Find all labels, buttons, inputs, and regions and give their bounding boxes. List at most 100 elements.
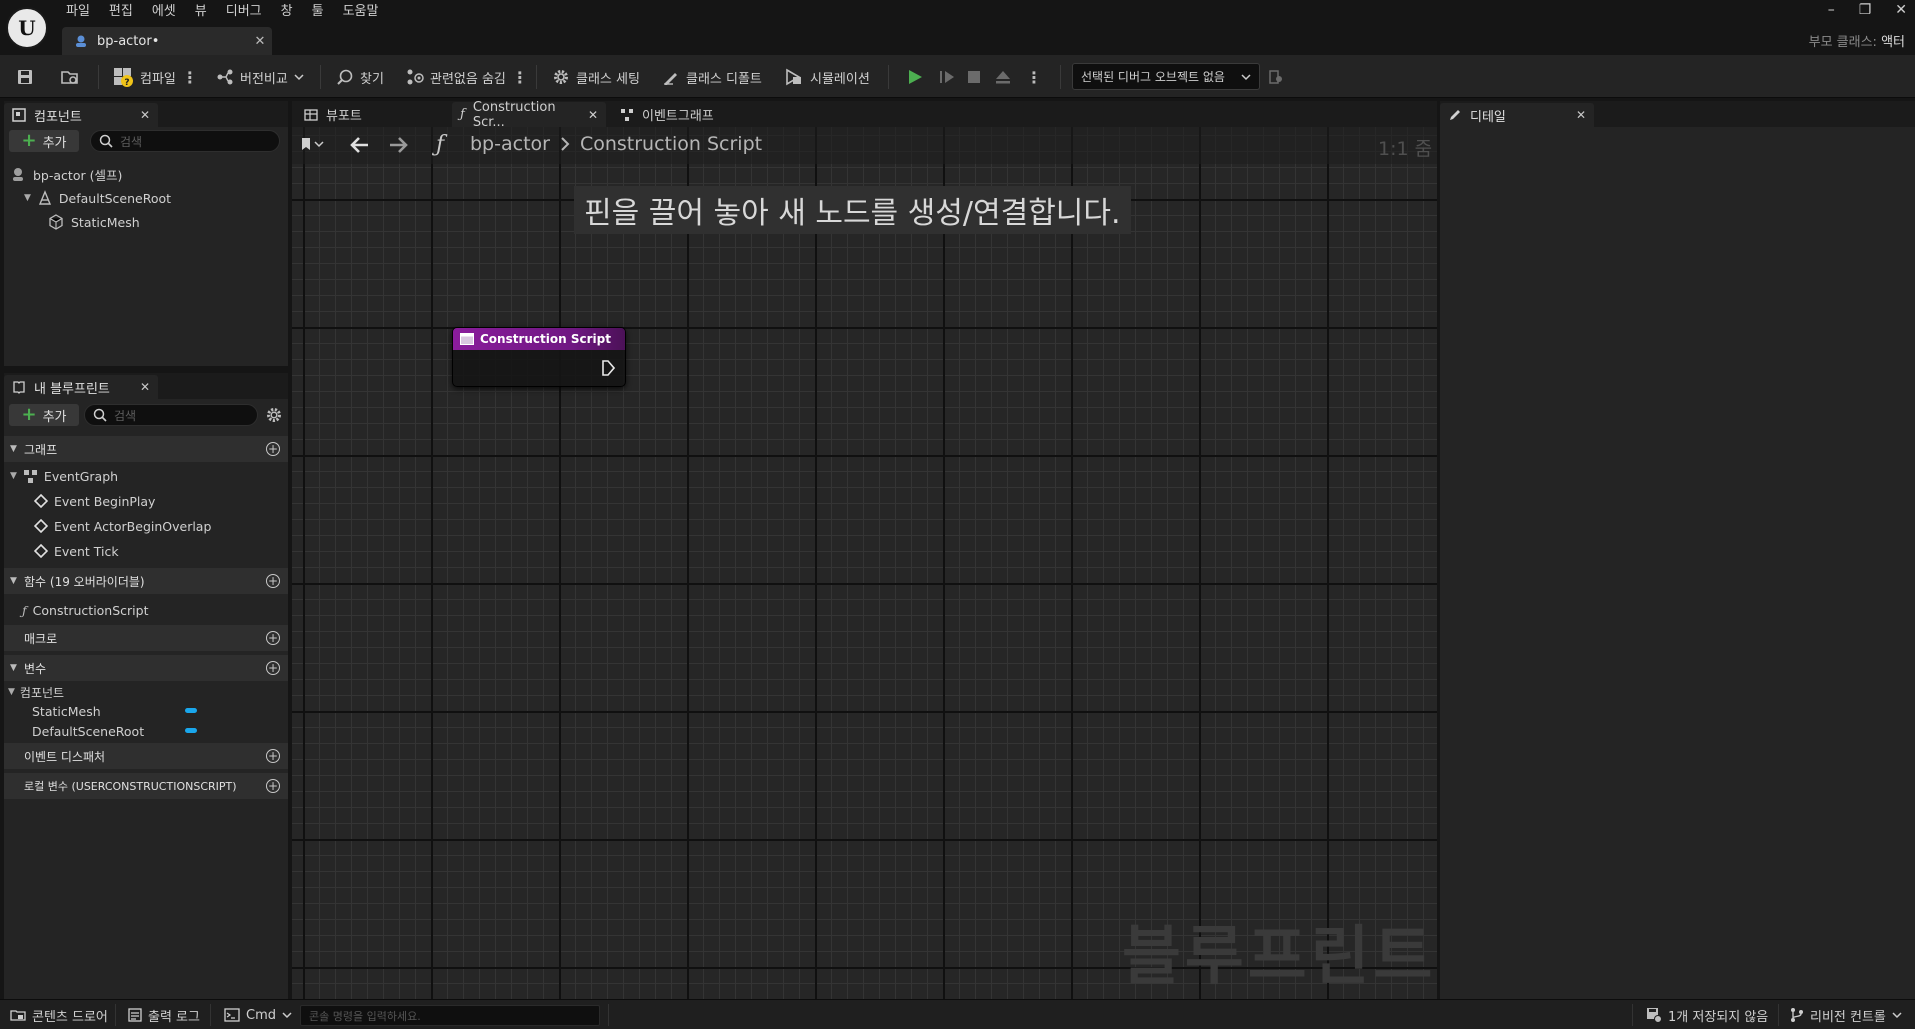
back-arrow-icon[interactable] xyxy=(350,136,370,154)
close-icon[interactable]: ✕ xyxy=(248,34,272,49)
section-graphs[interactable]: ▼ 그래프 + xyxy=(4,436,288,462)
tab-viewport[interactable]: 뷰포트 xyxy=(296,102,370,127)
close-window-icon[interactable]: ✕ xyxy=(1895,2,1907,18)
stop-button[interactable] xyxy=(966,64,982,90)
add-circle-icon[interactable]: + xyxy=(266,779,280,793)
component-default-scene-root[interactable]: ▼ DefaultSceneRoot xyxy=(24,187,171,209)
add-circle-icon[interactable]: + xyxy=(266,574,280,588)
my-blueprint-tab[interactable]: 내 블루프린트 ✕ xyxy=(4,375,158,399)
unsaved-button[interactable]: 1개 저장되지 않음 xyxy=(1646,1000,1768,1029)
close-icon[interactable]: ✕ xyxy=(140,108,150,122)
gear-icon[interactable] xyxy=(265,406,283,424)
components-tab[interactable]: 컴포넌트 ✕ xyxy=(4,103,158,127)
section-variables[interactable]: ▼ 변수 + xyxy=(4,655,288,681)
variable-item[interactable]: DefaultSceneRoot xyxy=(32,720,144,742)
function-icon: ƒ xyxy=(436,132,445,157)
class-settings-button[interactable]: 클래스 세팅 xyxy=(552,64,640,90)
advance-frame-button[interactable] xyxy=(938,64,956,90)
class-defaults-button[interactable]: 클래스 디폴트 xyxy=(662,64,762,90)
event-diamond-icon xyxy=(34,519,48,533)
graph-header xyxy=(292,127,1437,164)
menu-view[interactable]: 뷰 xyxy=(195,2,218,22)
play-button[interactable] xyxy=(906,64,924,90)
components-search-input[interactable]: 검색 xyxy=(90,130,280,152)
menu-tools[interactable]: 툴 xyxy=(312,2,335,22)
function-item[interactable]: ƒ ConstructionScript xyxy=(22,599,149,621)
add-circle-icon[interactable]: + xyxy=(266,442,280,456)
close-icon[interactable]: ✕ xyxy=(140,380,150,394)
my-blueprint-search-input[interactable]: 검색 xyxy=(84,404,258,426)
window-controls: – ❐ ✕ xyxy=(1828,2,1907,18)
add-component-button[interactable]: + 추가 xyxy=(9,130,79,152)
menu-asset[interactable]: 에셋 xyxy=(152,2,187,22)
debug-object-select[interactable]: 선택된 디버그 오브젝트 없음 xyxy=(1072,63,1260,90)
bookmark-button[interactable] xyxy=(300,137,324,151)
menu-debug[interactable]: 디버그 xyxy=(226,2,273,22)
simulation-button[interactable]: 시뮬레이션 xyxy=(784,64,870,90)
console-input[interactable]: 콘솔 명령을 입력하세요. xyxy=(300,1005,600,1026)
close-icon[interactable]: ✕ xyxy=(1576,108,1586,122)
section-local-variables[interactable]: 로컬 변수 (USERCONSTRUCTIONSCRIPT) + xyxy=(4,773,288,799)
construction-script-node[interactable]: Construction Script xyxy=(452,327,626,387)
debug-filter-button[interactable] xyxy=(1268,64,1284,90)
find-button[interactable]: 찾기 xyxy=(336,64,384,90)
close-icon[interactable]: ✕ xyxy=(588,108,598,122)
details-tab[interactable]: 디테일 ✕ xyxy=(1440,103,1594,127)
save-button[interactable] xyxy=(16,64,34,90)
cmd-select[interactable]: Cmd xyxy=(224,1000,292,1029)
event-item[interactable]: Event ActorBeginOverlap xyxy=(34,515,211,537)
diff-label: 버전비교 xyxy=(240,71,288,87)
diff-button[interactable]: 버전비교 xyxy=(216,64,304,90)
tab-event-graph[interactable]: 이벤트그래프 xyxy=(612,102,722,127)
add-circle-icon[interactable]: + xyxy=(266,631,280,645)
graph-tab-bar: 뷰포트 ƒ Construction Scr... ✕ 이벤트그래프 xyxy=(292,100,1437,130)
components-title: 컴포넌트 xyxy=(34,109,82,125)
debug-object-value: 선택된 디버그 오브젝트 없음 xyxy=(1081,70,1225,84)
event-item[interactable]: Event BeginPlay xyxy=(34,490,155,512)
gear-icon xyxy=(554,70,568,84)
menu-window[interactable]: 창 xyxy=(281,2,304,22)
menu-help[interactable]: 도움말 xyxy=(343,2,390,22)
section-event-dispatchers[interactable]: 이벤트 디스패처 + xyxy=(4,743,288,769)
add-circle-icon[interactable]: + xyxy=(266,749,280,763)
graph-hint: 핀을 끌어 놓아 새 노드를 생성/연결합니다. xyxy=(574,186,1131,234)
menu-file[interactable]: 파일 xyxy=(66,2,101,22)
hide-unrelated-button[interactable]: 관련없음 숨김 ⋮ xyxy=(406,64,528,90)
compile-options-icon[interactable]: ⋮ xyxy=(182,68,198,87)
hide-unrelated-options-icon[interactable]: ⋮ xyxy=(512,68,528,87)
unreal-logo-icon[interactable]: U xyxy=(6,7,48,49)
blueprint-asset-icon xyxy=(76,35,86,47)
play-options-button[interactable]: ⋮ xyxy=(1026,64,1042,90)
advance-frame-icon xyxy=(940,71,954,83)
browse-button[interactable] xyxy=(60,64,80,90)
variable-item[interactable]: StaticMesh xyxy=(32,700,101,722)
section-macros[interactable]: 매크로 + xyxy=(4,625,288,651)
event-graph-item[interactable]: ▼ EventGraph xyxy=(10,465,118,487)
event-item[interactable]: Event Tick xyxy=(34,540,119,562)
function-icon: ƒ xyxy=(22,602,27,618)
breadcrumb-root[interactable]: bp-actor xyxy=(470,133,550,155)
document-tab[interactable]: bp-actor• ✕ xyxy=(62,27,272,55)
compile-icon: ? xyxy=(114,68,133,88)
minimize-icon[interactable]: – xyxy=(1828,2,1835,18)
terminal-icon xyxy=(224,1008,240,1022)
section-functions[interactable]: ▼ 함수 (19 오버라이더블) + xyxy=(4,568,288,594)
console-placeholder: 콘솔 명령을 입력하세요. xyxy=(309,1009,421,1023)
add-circle-icon[interactable]: + xyxy=(266,661,280,675)
graph-canvas[interactable] xyxy=(292,127,1437,999)
eject-button[interactable] xyxy=(994,64,1012,90)
parent-class-link[interactable]: 액터 xyxy=(1881,35,1905,50)
component-static-mesh[interactable]: StaticMesh xyxy=(48,211,140,233)
tab-construction-script[interactable]: ƒ Construction Scr... ✕ xyxy=(452,100,606,130)
add-member-button[interactable]: + 추가 xyxy=(9,404,79,426)
restore-icon[interactable]: ❐ xyxy=(1859,2,1872,18)
forward-arrow-icon[interactable] xyxy=(388,136,408,154)
menu-edit[interactable]: 편집 xyxy=(109,2,144,22)
output-log-button[interactable]: 출력 로그 xyxy=(128,1000,200,1029)
component-self[interactable]: bp-actor (셀프) xyxy=(10,163,122,185)
content-drawer-button[interactable]: 콘텐츠 드로어 xyxy=(10,1000,108,1029)
unsaved-label: 1개 저장되지 않음 xyxy=(1668,1009,1769,1025)
revision-control-button[interactable]: 리비전 컨트롤 xyxy=(1790,1000,1902,1029)
compile-button[interactable]: ? 컴파일 ⋮ xyxy=(112,64,198,90)
exec-pin-icon[interactable] xyxy=(601,360,615,376)
